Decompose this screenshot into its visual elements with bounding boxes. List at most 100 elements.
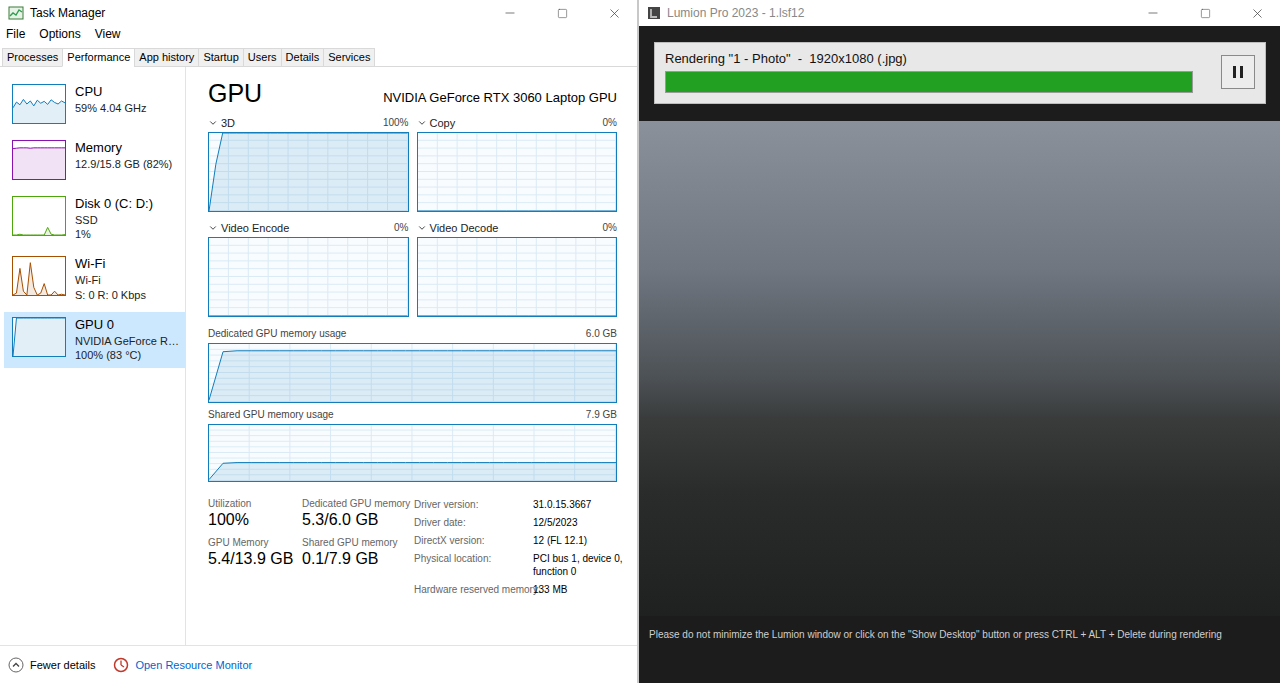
sidebar-item[interactable]: Disk 0 (C: D:)SSD1% (4, 191, 185, 247)
tab[interactable]: Services (323, 48, 375, 67)
sidebar-item-text: GPU 0NVIDIA GeForce R…100% (83 °C) (75, 317, 179, 362)
chevron-down-icon (208, 223, 218, 233)
engine-selector[interactable]: Video Encode (208, 222, 289, 234)
sidebar-item[interactable]: CPU59% 4.04 GHz (4, 79, 185, 131)
stats-grid: Utilization100%Dedicated GPU memory5.3/6… (208, 498, 414, 596)
sidebar-thumbnail (12, 84, 66, 124)
detail-label: DirectX version: (414, 534, 533, 547)
chart-line (13, 227, 65, 235)
open-resource-monitor-link[interactable]: Open Resource Monitor (113, 657, 252, 673)
tab[interactable]: Processes (2, 48, 63, 67)
tab[interactable]: Details (281, 48, 325, 67)
tab[interactable]: Performance (62, 48, 135, 67)
close-icon (1250, 6, 1265, 21)
close-button[interactable] (1234, 0, 1280, 26)
window-title: Task Manager (30, 6, 481, 20)
performance-body: CPU59% 4.04 GHzMemory12.9/15.8 GB (82%)D… (0, 67, 637, 645)
chevron-down-icon (417, 223, 427, 233)
panel-header: GPUNVIDIA GeForce RTX 3060 Laptop GPU (208, 79, 617, 108)
engine-line-chart (209, 238, 408, 316)
maximize-button[interactable] (539, 0, 585, 26)
detail-label: Driver date: (414, 516, 533, 529)
chart-line (209, 316, 408, 317)
menu-item[interactable]: View (95, 27, 121, 43)
sidebar-item-name: Memory (75, 140, 172, 157)
sidebar-item-detail: 100% (83 °C) (75, 348, 179, 362)
stats-area: Utilization100%Dedicated GPU memory5.3/6… (208, 498, 617, 596)
detail-value: 31.0.15.3667 (533, 498, 625, 511)
render-header: Rendering "1 - Photo" - 1920x1080 (.jpg) (639, 26, 1280, 121)
minimize-button[interactable] (487, 0, 533, 26)
engine-label: Copy (430, 117, 456, 129)
sidebar: CPU59% 4.04 GHzMemory12.9/15.8 GB (82%)D… (0, 67, 186, 645)
close-icon (607, 6, 622, 21)
tab[interactable]: Startup (198, 48, 243, 67)
engine-line-chart (418, 238, 617, 316)
menu-item[interactable]: Options (39, 27, 80, 43)
minimize-icon (503, 6, 517, 20)
engine-selector[interactable]: Video Decode (417, 222, 499, 234)
menu-bar: File Options View (0, 26, 637, 44)
chart-area (418, 211, 617, 212)
thumbnail-chart (13, 257, 65, 295)
chart-area (418, 316, 617, 317)
chart-label-row: Dedicated GPU memory usage6.0 GB (208, 327, 617, 340)
close-button[interactable] (591, 0, 637, 26)
lumion-window: Lumion Pro 2023 - 1.lsf12 Rendering "1 - … (639, 0, 1280, 683)
engine-reading: 0% (603, 222, 617, 233)
chart-area (209, 316, 408, 317)
stat-value: 5.4/13.9 GB (208, 550, 302, 568)
progress-bar (665, 71, 1193, 93)
chevron-up-circle-icon (8, 657, 24, 673)
memory-line-chart (209, 344, 616, 402)
sidebar-item-text: Wi-FiWi-FiS: 0 R: 0 Kbps (75, 256, 146, 301)
chevron-down-icon (417, 118, 427, 128)
chart-label-row: Shared GPU memory usage7.9 GB (208, 408, 617, 421)
stat-label: Utilization (208, 498, 302, 509)
chart-label-row: Video Decode 0% (417, 221, 618, 234)
minimize-icon (1146, 6, 1160, 20)
engine-reading: 0% (603, 117, 617, 128)
chart-area (209, 351, 616, 402)
fewer-details-button[interactable]: Fewer details (8, 657, 95, 673)
title-bar: Task Manager (0, 0, 637, 26)
engine-selector[interactable]: 3D (208, 117, 235, 129)
engine-reading: 100% (383, 117, 409, 128)
stat-value: 5.3/6.0 GB (302, 511, 414, 529)
engine-selector[interactable]: Copy (417, 117, 456, 129)
chart-box (417, 237, 618, 317)
stat-value: 0.1/7.9 GB (302, 550, 414, 568)
thumbnail-chart (13, 85, 65, 123)
sidebar-item[interactable]: Wi-FiWi-FiS: 0 R: 0 Kbps (4, 251, 185, 307)
window-title: Lumion Pro 2023 - 1.lsf12 (667, 6, 1124, 20)
detail-value: 12/5/2023 (533, 516, 625, 529)
device-name: NVIDIA GeForce RTX 3060 Laptop GPU (383, 90, 617, 105)
sidebar-item-name: Disk 0 (C: D:) (75, 196, 153, 213)
chart-label-row: 3D 100% (208, 116, 409, 129)
chart-box (208, 424, 617, 482)
memory-charts: Dedicated GPU memory usage6.0 GB Shared G… (208, 327, 617, 482)
sidebar-item[interactable]: GPU 0NVIDIA GeForce R…100% (83 °C) (4, 312, 185, 368)
sidebar-item-name: Wi-Fi (75, 256, 146, 273)
minimize-button[interactable] (1130, 0, 1176, 26)
sidebar-item-detail: SSD (75, 213, 153, 227)
sidebar-item-detail: Wi-Fi (75, 273, 146, 287)
engine-chart: 3D 100% (208, 116, 409, 212)
tab[interactable]: Users (243, 48, 282, 67)
maximize-button[interactable] (1182, 0, 1228, 26)
engine-label: Video Encode (221, 222, 289, 234)
chart-box (208, 237, 409, 317)
chart-area (13, 318, 65, 356)
thumbnail-chart (13, 197, 65, 235)
tab-bar: ProcessesPerformanceApp historyStartupUs… (0, 45, 637, 67)
engine-reading: 0% (394, 222, 408, 233)
chart-label-row: Copy 0% (417, 116, 618, 129)
engine-label: Video Decode (430, 222, 499, 234)
engine-line-chart (209, 133, 408, 211)
sidebar-item[interactable]: Memory12.9/15.8 GB (82%) (4, 135, 185, 187)
tab[interactable]: App history (134, 48, 199, 67)
menu-item[interactable]: File (6, 27, 25, 43)
task-manager-window: Task Manager File Options View ProcessesPerf… (0, 0, 639, 683)
chart-line (13, 318, 65, 356)
pause-button[interactable] (1221, 55, 1255, 89)
